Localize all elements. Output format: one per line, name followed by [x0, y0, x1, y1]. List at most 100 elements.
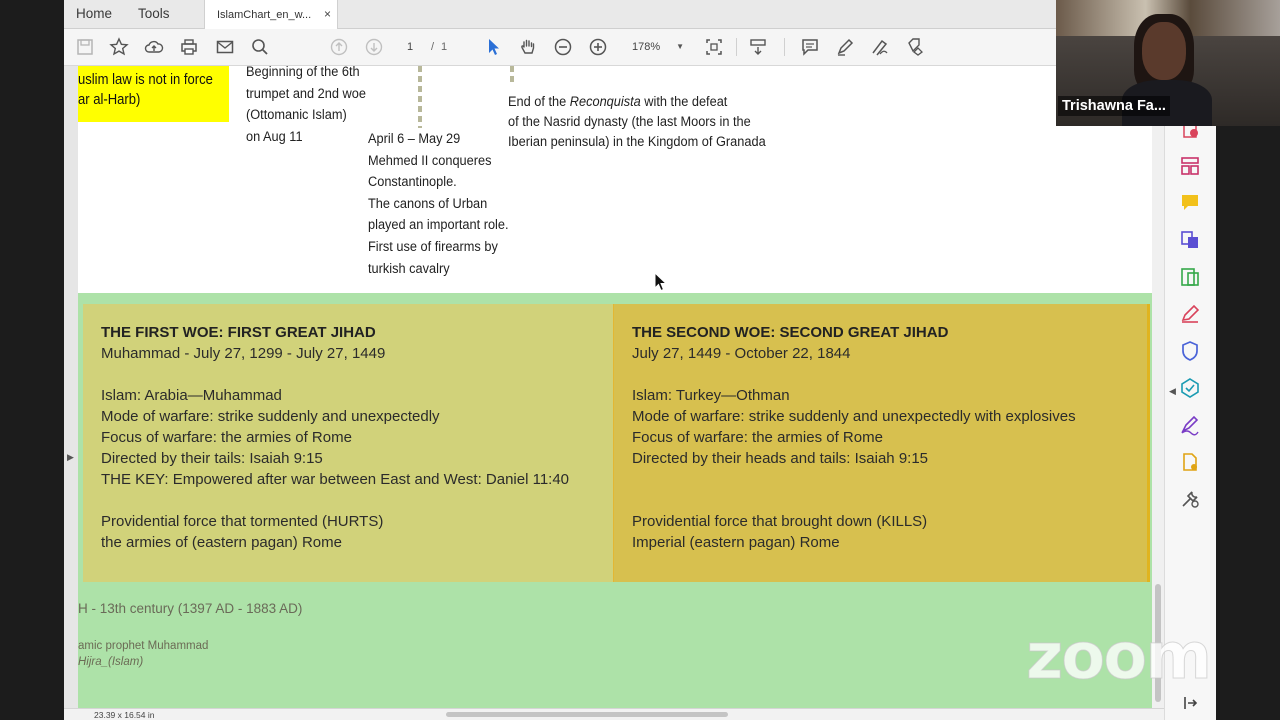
second-woe-line: Providential force that brought down (KI…	[632, 513, 928, 530]
tab-document[interactable]: IslamChart_en_w... ×	[204, 0, 338, 30]
century-range-label: H - 13th century (1397 AD - 1883 AD)	[78, 601, 303, 616]
status-bar: 23.39 x 16.54 in	[64, 708, 1164, 720]
first-woe-line: Focus of warfare: the armies of Rome	[101, 429, 352, 446]
bookmark-star-icon[interactable]	[109, 37, 129, 57]
tab-tools[interactable]: Tools	[138, 6, 170, 21]
edit-pdf-icon[interactable]	[1179, 303, 1201, 325]
annotation-line: turkish cavalry	[368, 260, 450, 277]
fill-and-sign-icon[interactable]	[1179, 414, 1201, 436]
second-woe-text: THE SECOND WOE: SECOND GREAT JIHAD July …	[632, 322, 1076, 553]
close-tab-icon[interactable]: ×	[324, 7, 331, 21]
send-for-review-icon[interactable]	[1179, 377, 1201, 399]
second-woe-line: Imperial (eastern pagan) Rome	[632, 534, 840, 551]
search-icon[interactable]	[250, 37, 270, 57]
second-woe-line: Islam: Turkey—Othman	[632, 387, 790, 404]
page-dimensions: 23.39 x 16.54 in	[94, 710, 155, 720]
print-icon[interactable]	[179, 37, 199, 57]
pdf-page: uslim law is not in force ar al-Harb) Be…	[78, 66, 1152, 708]
compress-pdf-icon[interactable]	[1179, 266, 1201, 288]
first-woe-line: Directed by their tails: Isaiah 9:15	[101, 450, 323, 467]
previous-page-icon[interactable]	[329, 37, 349, 57]
left-pane-expand-icon[interactable]: ▶	[67, 452, 74, 463]
page-total: 1	[441, 41, 448, 53]
first-woe-text: THE FIRST WOE: FIRST GREAT JIHAD Muhamma…	[101, 322, 569, 553]
next-page-icon[interactable]	[364, 37, 384, 57]
annotation-line: on Aug 11	[246, 128, 303, 145]
yellow-line: ar al-Harb)	[78, 92, 141, 108]
vertical-scrollbar[interactable]	[1152, 66, 1164, 708]
reconquista-suffix: with the defeat	[640, 94, 728, 110]
first-woe-line	[101, 490, 569, 511]
hand-tool-icon[interactable]	[518, 37, 538, 57]
first-woe-line	[101, 364, 569, 385]
sixth-trumpet-annotation: Beginning of the 6th trumpet and 2nd woe…	[246, 66, 366, 148]
second-woe-line: July 27, 1449 - October 22, 1844	[632, 345, 851, 362]
toolbar-divider	[784, 38, 785, 56]
more-tools-icon[interactable]	[1179, 488, 1201, 510]
annotation-line: First use of firearms by	[368, 238, 498, 255]
reconquista-prefix: End of the	[508, 94, 570, 110]
email-icon[interactable]	[215, 37, 235, 57]
protect-shield-icon[interactable]	[1179, 340, 1201, 362]
upload-cloud-icon[interactable]	[144, 37, 164, 57]
first-woe-line: Providential force that tormented (HURTS…	[101, 513, 384, 530]
reconquista-annotation: End of the Reconquista with the defeat o…	[508, 92, 766, 152]
annotation-line: (Ottomanic Islam)	[246, 107, 347, 124]
combine-files-icon[interactable]	[1179, 229, 1201, 251]
toolbar-divider	[736, 38, 737, 56]
second-woe-line	[632, 490, 1076, 511]
reconquista-term: Reconquista	[569, 94, 641, 110]
first-woe-line: Mode of warfare: strike suddenly and une…	[101, 408, 440, 425]
zoom-out-icon[interactable]	[553, 37, 573, 57]
yellow-line: uslim law is not in force	[78, 72, 213, 88]
fit-page-icon[interactable]	[704, 37, 724, 57]
annotation-line: End of the Reconquista with the defeat	[508, 92, 766, 112]
scrolling-mode-icon[interactable]	[748, 37, 768, 57]
save-icon[interactable]	[75, 37, 95, 57]
pane-toggle-icon[interactable]	[1179, 692, 1201, 714]
timeline-dash	[510, 66, 514, 86]
collapse-pane-icon[interactable]: ◀	[1169, 386, 1176, 397]
chevron-down-icon: ▼	[676, 42, 684, 51]
annotation-line: Iberian peninsula) in the Kingdom of Gra…	[508, 134, 766, 150]
fill-sign-icon[interactable]	[905, 37, 925, 57]
document-viewport[interactable]: uslim law is not in force ar al-Harb) Be…	[64, 66, 1164, 708]
second-woe-line	[632, 364, 1076, 385]
highlight-box: uslim law is not in force ar al-Harb)	[78, 66, 229, 122]
second-woe-line: Mode of warfare: strike suddenly and une…	[632, 408, 1076, 425]
second-woe-title: THE SECOND WOE: SECOND GREAT JIHAD	[632, 324, 949, 341]
draw-freehand-icon[interactable]	[870, 37, 890, 57]
annotation-line: of the Nasrid dynasty (the last Moors in…	[508, 114, 751, 130]
horizontal-scroll-thumb[interactable]	[446, 712, 728, 717]
tab-home[interactable]: Home	[76, 6, 112, 21]
zoom-in-icon[interactable]	[588, 37, 608, 57]
pdf-reader-window: Home Tools IslamChart_en_w... × 1 / 1 17…	[64, 0, 1216, 720]
comment-tool-icon[interactable]	[1179, 192, 1201, 214]
comment-icon[interactable]	[800, 37, 820, 57]
annotation-line: played an important role.	[368, 217, 509, 234]
organize-pages-icon[interactable]	[1179, 155, 1201, 177]
first-woe-line: the armies of (eastern pagan) Rome	[101, 534, 342, 551]
first-woe-line: Islam: Arabia—Muhammad	[101, 387, 282, 404]
yellow-box-text: uslim law is not in force ar al-Harb)	[78, 70, 213, 110]
second-woe-line: Focus of warfare: the armies of Rome	[632, 429, 883, 446]
page-separator: /	[431, 41, 435, 53]
participant-face	[1142, 22, 1186, 80]
highlight-pen-icon[interactable]	[835, 37, 855, 57]
toolbar: 1 / 1 178% ▼	[64, 29, 1216, 66]
video-participant-tile[interactable]: Trishawna Fa...	[1056, 0, 1280, 126]
document-tab-title: IslamChart_en_w...	[217, 9, 312, 21]
first-woe-line: THE KEY: Empowered after war between Eas…	[101, 471, 570, 488]
annotation-line: Beginning of the 6th	[246, 66, 360, 80]
first-woe-line: Muhammad - July 27, 1299 - July 27, 1449	[101, 345, 386, 362]
request-signatures-icon[interactable]	[1179, 451, 1201, 473]
second-woe-line: Directed by their heads and tails: Isaia…	[632, 450, 929, 467]
prophet-caption: amic prophet Muhammad	[78, 640, 209, 652]
zoom-level-dropdown[interactable]: 178% ▼	[620, 37, 690, 57]
tab-bar: Home Tools IslamChart_en_w... ×	[64, 0, 1216, 30]
select-cursor-icon[interactable]	[483, 37, 503, 57]
first-woe-panel: THE FIRST WOE: FIRST GREAT JIHAD Muhamma…	[83, 304, 613, 582]
zoom-level-value: 178%	[632, 41, 661, 53]
page-number-input[interactable]: 1	[397, 38, 423, 56]
hijra-link[interactable]: Hijra_(Islam)	[78, 656, 143, 668]
